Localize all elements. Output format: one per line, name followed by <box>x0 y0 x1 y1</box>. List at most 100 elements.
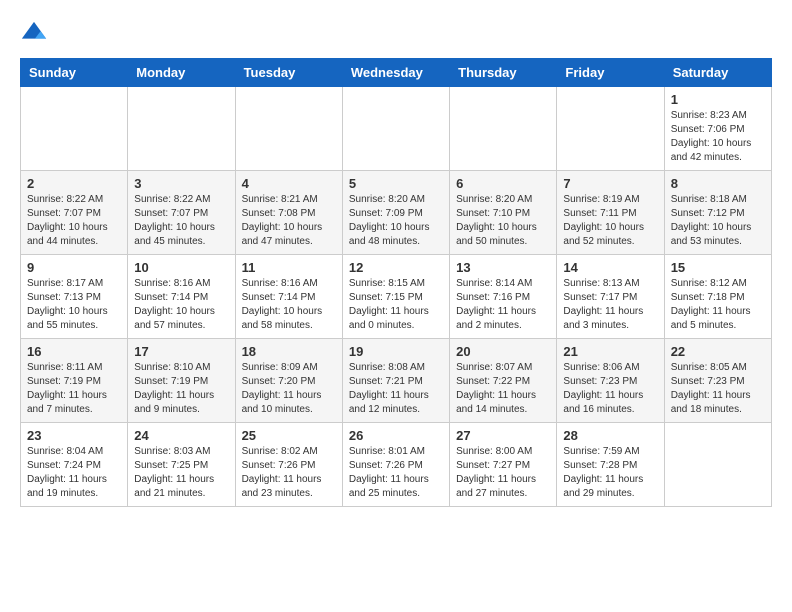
day-detail: Sunrise: 8:08 AM Sunset: 7:21 PM Dayligh… <box>349 361 443 417</box>
day-detail: Sunrise: 8:16 AM Sunset: 7:14 PM Dayligh… <box>242 277 336 333</box>
day-detail: Sunrise: 8:20 AM Sunset: 7:10 PM Dayligh… <box>456 193 550 249</box>
day-number: 5 <box>349 176 443 191</box>
calendar-cell: 26 Sunrise: 8:01 AM Sunset: 7:26 PM Dayli… <box>342 423 449 507</box>
calendar-cell <box>450 87 557 171</box>
calendar-cell <box>342 87 449 171</box>
calendar-week-row: 9 Sunrise: 8:17 AM Sunset: 7:13 PM Daylig… <box>21 255 772 339</box>
calendar-cell: 5 Sunrise: 8:20 AM Sunset: 7:09 PM Daylig… <box>342 171 449 255</box>
day-detail: Sunrise: 8:23 AM Sunset: 7:06 PM Dayligh… <box>671 109 765 165</box>
calendar-cell: 24Sunrise: 8:03 AM Sunset: 7:25 PM Dayli… <box>128 423 235 507</box>
day-detail: Sunrise: 8:10 AM Sunset: 7:19 PM Dayligh… <box>134 361 228 417</box>
calendar-cell: 16 Sunrise: 8:11 AM Sunset: 7:19 PM Dayli… <box>21 339 128 423</box>
day-detail: Sunrise: 8:09 AM Sunset: 7:20 PM Dayligh… <box>242 361 336 417</box>
day-number: 3 <box>134 176 228 191</box>
header-thursday: Thursday <box>450 59 557 87</box>
page-header <box>20 20 772 48</box>
day-number: 28 <box>563 428 657 443</box>
day-number: 17 <box>134 344 228 359</box>
day-number: 12 <box>349 260 443 275</box>
day-number: 2 <box>27 176 121 191</box>
calendar-table: SundayMondayTuesdayWednesdayThursdayFrid… <box>20 58 772 507</box>
day-number: 14 <box>563 260 657 275</box>
day-number: 21 <box>563 344 657 359</box>
calendar-week-row: 1 Sunrise: 8:23 AM Sunset: 7:06 PM Daylig… <box>21 87 772 171</box>
header-saturday: Saturday <box>664 59 771 87</box>
calendar-cell: 4 Sunrise: 8:21 AM Sunset: 7:08 PM Daylig… <box>235 171 342 255</box>
calendar-week-row: 23 Sunrise: 8:04 AM Sunset: 7:24 PM Dayli… <box>21 423 772 507</box>
calendar-cell: 14 Sunrise: 8:13 AM Sunset: 7:17 PM Dayli… <box>557 255 664 339</box>
day-number: 11 <box>242 260 336 275</box>
day-number: 26 <box>349 428 443 443</box>
day-number: 20 <box>456 344 550 359</box>
day-detail: Sunrise: 8:04 AM Sunset: 7:24 PM Dayligh… <box>27 445 121 501</box>
calendar-cell: 22 Sunrise: 8:05 AM Sunset: 7:23 PM Dayli… <box>664 339 771 423</box>
day-detail: Sunrise: 8:01 AM Sunset: 7:26 PM Dayligh… <box>349 445 443 501</box>
day-number: 18 <box>242 344 336 359</box>
calendar-cell: 6 Sunrise: 8:20 AM Sunset: 7:10 PM Daylig… <box>450 171 557 255</box>
day-detail: Sunrise: 8:22 AM Sunset: 7:07 PM Dayligh… <box>27 193 121 249</box>
day-number: 16 <box>27 344 121 359</box>
day-detail: Sunrise: 8:00 AM Sunset: 7:27 PM Dayligh… <box>456 445 550 501</box>
day-detail: Sunrise: 8:18 AM Sunset: 7:12 PM Dayligh… <box>671 193 765 249</box>
day-number: 7 <box>563 176 657 191</box>
calendar-cell: 28 Sunrise: 7:59 AM Sunset: 7:28 PM Dayli… <box>557 423 664 507</box>
day-detail: Sunrise: 8:21 AM Sunset: 7:08 PM Dayligh… <box>242 193 336 249</box>
calendar-cell: 17 Sunrise: 8:10 AM Sunset: 7:19 PM Dayli… <box>128 339 235 423</box>
day-detail: Sunrise: 8:17 AM Sunset: 7:13 PM Dayligh… <box>27 277 121 333</box>
header-friday: Friday <box>557 59 664 87</box>
day-detail: Sunrise: 8:07 AM Sunset: 7:22 PM Dayligh… <box>456 361 550 417</box>
day-number: 19 <box>349 344 443 359</box>
calendar-cell: 27 Sunrise: 8:00 AM Sunset: 7:27 PM Dayli… <box>450 423 557 507</box>
day-detail: Sunrise: 8:11 AM Sunset: 7:19 PM Dayligh… <box>27 361 121 417</box>
calendar-cell: 9 Sunrise: 8:17 AM Sunset: 7:13 PM Daylig… <box>21 255 128 339</box>
logo-icon <box>20 20 48 48</box>
day-detail: Sunrise: 8:14 AM Sunset: 7:16 PM Dayligh… <box>456 277 550 333</box>
day-detail: Sunrise: 8:15 AM Sunset: 7:15 PM Dayligh… <box>349 277 443 333</box>
day-detail: Sunrise: 8:20 AM Sunset: 7:09 PM Dayligh… <box>349 193 443 249</box>
logo <box>20 20 52 48</box>
header-sunday: Sunday <box>21 59 128 87</box>
calendar-week-row: 2 Sunrise: 8:22 AM Sunset: 7:07 PM Daylig… <box>21 171 772 255</box>
day-number: 15 <box>671 260 765 275</box>
calendar-cell <box>21 87 128 171</box>
day-detail: Sunrise: 8:03 AM Sunset: 7:25 PM Dayligh… <box>134 445 228 501</box>
calendar-cell: 20 Sunrise: 8:07 AM Sunset: 7:22 PM Dayli… <box>450 339 557 423</box>
header-tuesday: Tuesday <box>235 59 342 87</box>
calendar-header: SundayMondayTuesdayWednesdayThursdayFrid… <box>21 59 772 87</box>
day-detail: Sunrise: 8:22 AM Sunset: 7:07 PM Dayligh… <box>134 193 228 249</box>
day-detail: Sunrise: 7:59 AM Sunset: 7:28 PM Dayligh… <box>563 445 657 501</box>
calendar-cell <box>128 87 235 171</box>
calendar-cell: 19 Sunrise: 8:08 AM Sunset: 7:21 PM Dayli… <box>342 339 449 423</box>
day-number: 9 <box>27 260 121 275</box>
day-number: 4 <box>242 176 336 191</box>
calendar-cell: 12 Sunrise: 8:15 AM Sunset: 7:15 PM Dayli… <box>342 255 449 339</box>
day-detail: Sunrise: 8:12 AM Sunset: 7:18 PM Dayligh… <box>671 277 765 333</box>
calendar-cell <box>235 87 342 171</box>
calendar-cell: 3 Sunrise: 8:22 AM Sunset: 7:07 PM Daylig… <box>128 171 235 255</box>
calendar-cell: 23 Sunrise: 8:04 AM Sunset: 7:24 PM Dayli… <box>21 423 128 507</box>
calendar-cell <box>557 87 664 171</box>
calendar-cell: 7 Sunrise: 8:19 AM Sunset: 7:11 PM Daylig… <box>557 171 664 255</box>
day-detail: Sunrise: 8:02 AM Sunset: 7:26 PM Dayligh… <box>242 445 336 501</box>
calendar-cell: 10Sunrise: 8:16 AM Sunset: 7:14 PM Dayli… <box>128 255 235 339</box>
day-number: 27 <box>456 428 550 443</box>
calendar-cell: 15 Sunrise: 8:12 AM Sunset: 7:18 PM Dayli… <box>664 255 771 339</box>
day-number: 6 <box>456 176 550 191</box>
day-detail: Sunrise: 8:05 AM Sunset: 7:23 PM Dayligh… <box>671 361 765 417</box>
day-detail: Sunrise: 8:19 AM Sunset: 7:11 PM Dayligh… <box>563 193 657 249</box>
day-number: 1 <box>671 92 765 107</box>
calendar-week-row: 16 Sunrise: 8:11 AM Sunset: 7:19 PM Dayli… <box>21 339 772 423</box>
day-number: 23 <box>27 428 121 443</box>
calendar-cell <box>664 423 771 507</box>
day-number: 10 <box>134 260 228 275</box>
header-monday: Monday <box>128 59 235 87</box>
header-row: SundayMondayTuesdayWednesdayThursdayFrid… <box>21 59 772 87</box>
calendar-cell: 21Sunrise: 8:06 AM Sunset: 7:23 PM Dayli… <box>557 339 664 423</box>
day-number: 22 <box>671 344 765 359</box>
calendar-cell: 8Sunrise: 8:18 AM Sunset: 7:12 PM Daylig… <box>664 171 771 255</box>
calendar-cell: 18 Sunrise: 8:09 AM Sunset: 7:20 PM Dayli… <box>235 339 342 423</box>
calendar-cell: 25Sunrise: 8:02 AM Sunset: 7:26 PM Dayli… <box>235 423 342 507</box>
calendar-cell: 1 Sunrise: 8:23 AM Sunset: 7:06 PM Daylig… <box>664 87 771 171</box>
day-detail: Sunrise: 8:13 AM Sunset: 7:17 PM Dayligh… <box>563 277 657 333</box>
calendar-body: 1 Sunrise: 8:23 AM Sunset: 7:06 PM Daylig… <box>21 87 772 507</box>
